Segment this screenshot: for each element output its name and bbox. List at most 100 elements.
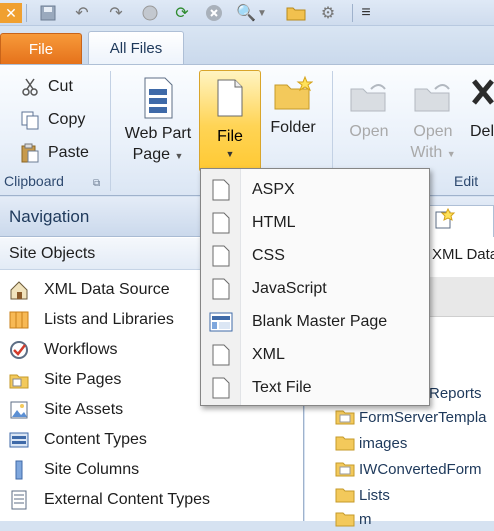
save-icon[interactable] <box>38 3 58 23</box>
file-new-button[interactable]: File ▼ <box>199 70 261 172</box>
tree-item-lists[interactable]: Lists <box>335 483 390 507</box>
cut-label: Cut <box>48 78 73 95</box>
redo-icon[interactable]: ↷ <box>106 3 126 23</box>
open-label: Open <box>349 123 389 140</box>
quick-access-toolbar: ✕ ↶ ↷ ⟳ 🔍 ▼ ⚙ ≡ <box>0 0 494 26</box>
menu-item-javascript[interactable]: JavaScript <box>201 272 429 305</box>
delete-button[interactable]: Del <box>470 71 494 142</box>
web-part-page-button[interactable]: Web Part Page ▼ <box>118 71 198 167</box>
paste-button[interactable]: Paste <box>20 140 89 166</box>
blank-file-icon <box>217 79 243 117</box>
open-folder-icon <box>347 81 391 113</box>
menu-item-css[interactable]: CSS <box>201 239 429 272</box>
tree-item-label: IWConvertedForm <box>359 460 482 478</box>
edit-group-label: Edit <box>454 173 479 189</box>
tab-all-files[interactable]: All Files <box>88 31 184 65</box>
copy-label: Copy <box>48 111 86 128</box>
menu-item-label: JavaScript <box>252 279 327 297</box>
app-logo-icon[interactable]: ✕ <box>0 3 22 23</box>
stop-icon[interactable] <box>204 3 224 23</box>
folder-icon <box>335 409 355 425</box>
dialog-launcher-icon[interactable]: ⧉ <box>93 178 100 189</box>
aspx-file-icon <box>212 179 230 201</box>
nav-item-label: Content Types <box>44 431 147 448</box>
web-part-page-label-line1: Web Part <box>124 125 192 142</box>
nav-item-external-content-types[interactable]: External Content Types <box>0 485 304 515</box>
web-part-page-icon <box>143 77 173 119</box>
folder-button[interactable]: Folder <box>266 71 320 138</box>
menu-item-label: CSS <box>252 246 285 264</box>
ribbon-tabs: File All Files <box>0 26 494 65</box>
site-columns-icon <box>9 460 29 480</box>
chevron-down-icon: ▼ <box>174 151 184 161</box>
open-with-button[interactable]: Open With ▼ <box>403 71 463 165</box>
folder-icon <box>335 461 355 477</box>
delete-icon <box>472 77 494 107</box>
toolbar-separator <box>352 4 353 22</box>
open-with-label-line1: Open <box>413 123 453 140</box>
cut-button[interactable]: Cut <box>20 74 73 100</box>
customize-toolbar-icon[interactable]: ≡ <box>356 3 376 23</box>
workflows-icon <box>9 340 29 360</box>
menu-item-xml[interactable]: XML <box>201 338 429 371</box>
xml-data-source-icon <box>9 280 29 300</box>
menu-item-label: Blank Master Page <box>252 312 388 330</box>
open-button[interactable]: Open <box>340 71 398 142</box>
xml-tab-icon <box>434 207 456 235</box>
copy-button[interactable]: Copy <box>20 107 85 133</box>
tree-item-label: m <box>359 510 372 528</box>
toolbar-separator <box>26 4 27 22</box>
chevron-down-icon[interactable]: ▼ <box>252 3 272 23</box>
clipboard-group-label: Clipboard <box>4 173 64 189</box>
menu-item-label: HTML <box>252 213 296 231</box>
css-file-icon <box>212 245 230 267</box>
tree-item-images[interactable]: images <box>335 431 407 455</box>
menu-item-aspx[interactable]: ASPX <box>201 173 429 206</box>
tree-item-m[interactable]: m <box>335 507 372 531</box>
site-pages-icon <box>9 370 29 390</box>
scissors-icon <box>20 77 40 97</box>
delete-label: Del <box>470 123 494 140</box>
new-folder-icon <box>273 75 314 111</box>
nav-item-label: Lists and Libraries <box>44 311 174 328</box>
xml-file-icon <box>212 344 230 366</box>
menu-item-blank-master-page[interactable]: Blank Master Page <box>201 305 429 338</box>
tab-file[interactable]: File <box>0 33 82 64</box>
refresh-icon[interactable]: ⟳ <box>172 3 192 23</box>
folder-icon <box>335 511 355 527</box>
nav-item-label: XML Data Source <box>44 281 170 298</box>
menu-item-label: Text File <box>252 378 312 396</box>
nav-item-label: External Content Types <box>44 491 211 508</box>
menu-item-label: XML <box>252 345 285 363</box>
open-with-label-line2: With <box>410 144 443 161</box>
tab-xml-data-label: XML Data <box>432 246 494 263</box>
folder-icon <box>335 435 355 451</box>
nav-item-site-columns[interactable]: Site Columns <box>0 455 304 485</box>
undo-icon[interactable]: ↶ <box>72 3 92 23</box>
lists-libraries-icon <box>9 310 29 330</box>
nav-item-label: Workflows <box>44 341 118 358</box>
menu-item-text-file[interactable]: Text File <box>201 371 429 404</box>
tree-item-label: Lists <box>359 486 390 504</box>
open-with-icon <box>411 81 455 113</box>
open-folder-icon[interactable] <box>286 3 306 23</box>
nav-item-label: Site Pages <box>44 371 122 388</box>
preview-icon[interactable] <box>140 3 160 23</box>
menu-item-html[interactable]: HTML <box>201 206 429 239</box>
text-file-icon <box>212 377 230 399</box>
tab-xml-data[interactable] <box>429 205 494 237</box>
tree-item-formservertemplates[interactable]: FormServerTempla <box>335 405 487 429</box>
javascript-file-icon <box>212 278 230 300</box>
chevron-down-icon: ▼ <box>225 149 235 159</box>
copy-icon <box>20 110 40 130</box>
file-new-label: File <box>217 128 243 145</box>
tree-item-iwconvertedforms[interactable]: IWConvertedForm <box>335 457 482 481</box>
nav-item-content-types[interactable]: Content Types <box>0 425 304 455</box>
tree-item-reports[interactable]: Reports <box>429 381 482 405</box>
external-content-types-icon <box>9 490 29 510</box>
site-assets-icon <box>9 400 29 420</box>
master-page-icon <box>209 311 233 333</box>
settings-icon[interactable]: ⚙ <box>318 3 338 23</box>
nav-item-label: Site Assets <box>44 401 124 418</box>
web-part-page-label-line2: Page <box>132 146 170 163</box>
